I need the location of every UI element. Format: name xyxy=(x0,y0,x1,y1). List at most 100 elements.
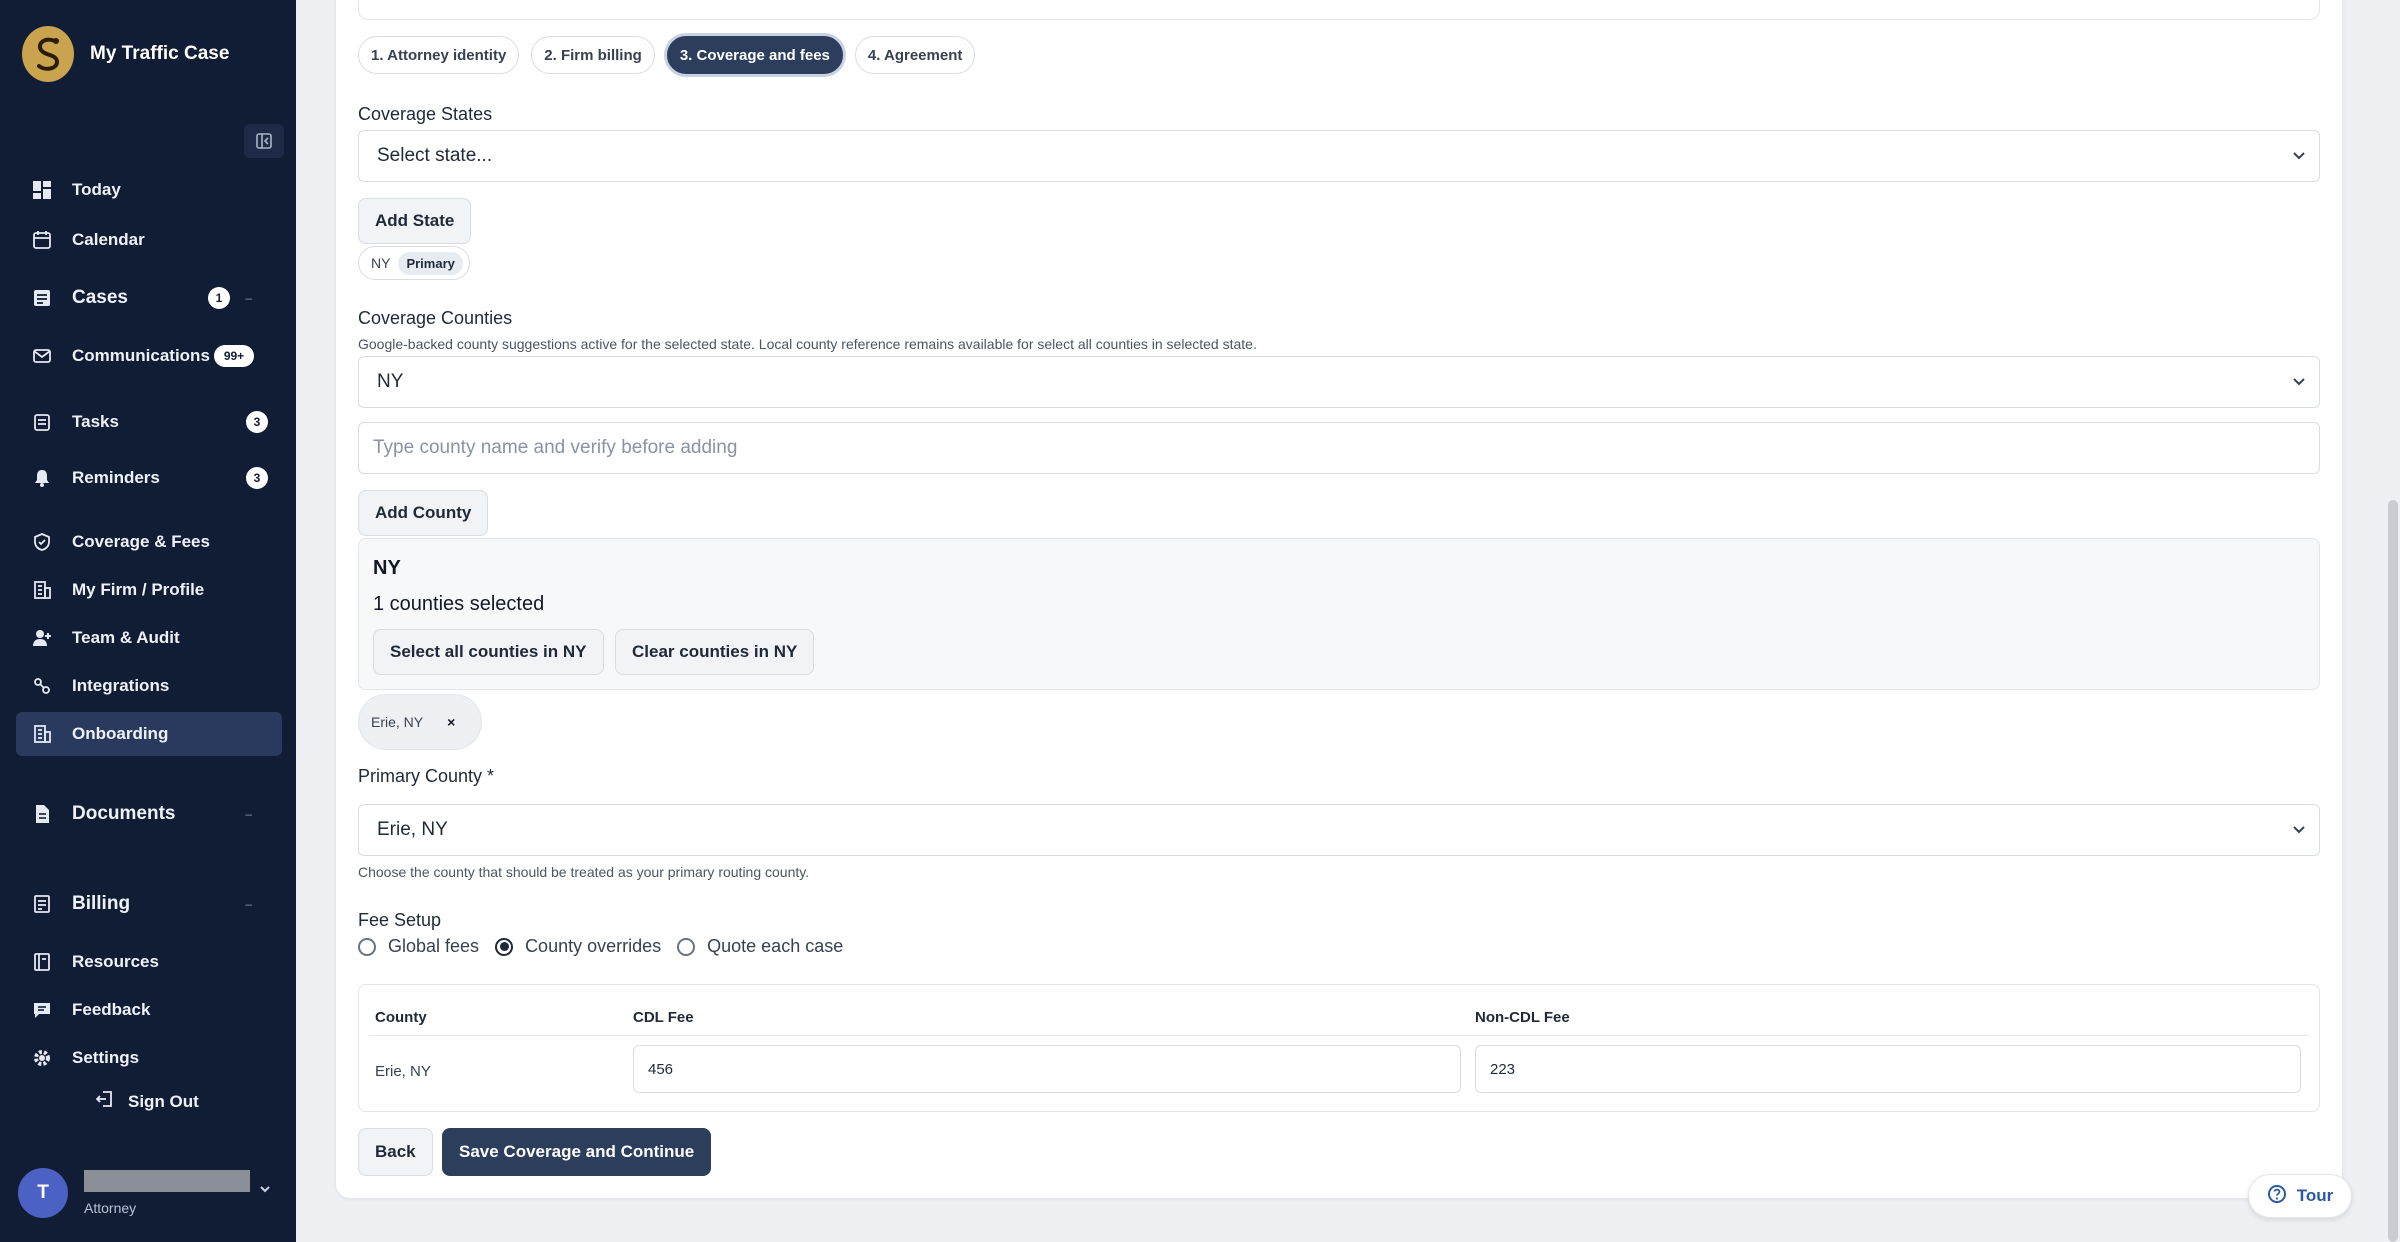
page-scrollbar[interactable] xyxy=(2388,500,2398,1242)
counties-selected-count: 1 counties selected xyxy=(373,593,545,615)
sidebar-item-documents[interactable]: Documents – xyxy=(16,792,282,836)
previous-section-edge xyxy=(358,0,2320,20)
sidebar-item-label: Onboarding xyxy=(72,724,169,743)
document-list-icon xyxy=(30,286,54,310)
state-chip: NY Primary xyxy=(358,246,470,280)
clear-counties-button[interactable]: Clear counties in NY xyxy=(615,629,815,675)
collapse-sidebar-button[interactable] xyxy=(244,124,284,158)
brand[interactable]: My Traffic Case xyxy=(22,26,229,82)
sidebar-item-today[interactable]: Today xyxy=(16,168,282,212)
sidebar-item-calendar[interactable]: Calendar xyxy=(16,218,282,262)
radio-circle[interactable] xyxy=(677,937,696,956)
state-select[interactable]: Select state... xyxy=(358,130,2320,182)
non-cdl-fee-input[interactable] xyxy=(1475,1045,2301,1093)
radio-quote-each-case[interactable]: Quote each case xyxy=(677,936,843,957)
sidebar-item-label: Calendar xyxy=(72,230,145,249)
expand-caret-icon[interactable]: – xyxy=(245,897,252,911)
sidebar-item-label: Communications xyxy=(72,346,210,365)
user-profile[interactable]: T Attorney xyxy=(18,1168,250,1218)
coverage-counties-help: Google-backed county suggestions active … xyxy=(358,336,1257,352)
chevron-down-icon xyxy=(2291,147,2307,169)
sidebar-item-communications[interactable]: Communications 99+ xyxy=(16,334,282,378)
sidebar-item-reminders[interactable]: Reminders 3 xyxy=(16,456,282,500)
table-divider xyxy=(369,1035,2309,1036)
add-county-button[interactable]: Add County xyxy=(358,490,489,536)
sidebar-item-label: Coverage & Fees xyxy=(72,532,210,551)
tour-button[interactable]: Tour xyxy=(2248,1174,2352,1218)
brand-logo-icon xyxy=(22,26,74,82)
sidebar-item-label: Settings xyxy=(72,1048,140,1067)
county-search-input[interactable] xyxy=(358,422,2320,474)
radio-label: County overrides xyxy=(525,936,662,956)
remove-county-button[interactable]: × xyxy=(447,714,455,730)
sidebar-item-label: Tasks xyxy=(72,412,119,431)
sidebar-item-integrations[interactable]: Integrations xyxy=(16,664,282,708)
step-attorney-identity[interactable]: 1. Attorney identity xyxy=(358,36,520,74)
sidebar-item-cases[interactable]: Cases 1 – xyxy=(16,276,282,320)
back-button[interactable]: Back xyxy=(358,1128,433,1176)
sidebar-item-resources[interactable]: Resources xyxy=(16,940,282,984)
step-coverage-fees[interactable]: 3. Coverage and fees xyxy=(666,36,843,74)
chevron-down-icon[interactable] xyxy=(258,1182,272,1201)
radio-label: Quote each case xyxy=(707,936,844,956)
expand-caret-icon[interactable]: – xyxy=(245,291,252,305)
bell-icon xyxy=(30,466,54,490)
primary-county-help: Choose the county that should be treated… xyxy=(358,864,810,880)
calendar-icon xyxy=(30,228,54,252)
user-role: Attorney xyxy=(84,1200,137,1216)
radio-global-fees[interactable]: Global fees xyxy=(358,936,479,957)
sidebar-item-firm-profile[interactable]: My Firm / Profile xyxy=(16,568,282,612)
county-state-select-value: NY xyxy=(377,371,404,392)
county-chip-label: Erie, NY xyxy=(371,714,424,730)
sidebar-item-label: Billing xyxy=(72,893,131,914)
redacted-user-name xyxy=(84,1170,250,1192)
sidebar-item-billing[interactable]: Billing – xyxy=(16,882,282,926)
app-name: My Traffic Case xyxy=(90,43,230,64)
user-plus-icon xyxy=(30,626,54,650)
sidebar-item-coverage-fees[interactable]: Coverage & Fees xyxy=(16,520,282,564)
table-row-county: Erie, NY xyxy=(375,1063,431,1080)
sidebar-item-label: Documents xyxy=(72,803,176,824)
header-non-cdl-fee: Non-CDL Fee xyxy=(1475,1009,1570,1026)
sidebar-item-label: Feedback xyxy=(72,1000,151,1019)
sidebar-item-label: Resources xyxy=(72,952,159,971)
sidebar-item-team-audit[interactable]: Team & Audit xyxy=(16,616,282,660)
step-agreement[interactable]: 4. Agreement xyxy=(854,36,976,74)
state-chip-code: NY xyxy=(371,255,391,271)
step-firm-billing[interactable]: 2. Firm billing xyxy=(531,36,655,74)
sidebar: My Traffic Case Today Calendar Cases 1 –… xyxy=(0,0,296,1242)
primary-county-select[interactable]: Erie, NY xyxy=(358,804,2320,856)
add-state-button[interactable]: Add State xyxy=(358,198,472,244)
clipboard-icon xyxy=(30,410,54,434)
sidebar-item-feedback[interactable]: Feedback xyxy=(16,988,282,1032)
sign-out-label: Sign Out xyxy=(128,1091,199,1111)
sidebar-item-label: Team & Audit xyxy=(72,628,180,647)
avatar: T xyxy=(18,1168,68,1218)
sidebar-item-tasks[interactable]: Tasks 3 xyxy=(16,400,282,444)
tasks-count-badge: 3 xyxy=(246,411,268,433)
county-state-select[interactable]: NY xyxy=(358,356,2320,408)
header-cdl-fee: CDL Fee xyxy=(633,1009,694,1026)
radio-circle[interactable] xyxy=(358,937,376,956)
radio-circle-selected[interactable] xyxy=(495,937,514,956)
mail-icon xyxy=(30,344,54,368)
cdl-fee-input[interactable] xyxy=(633,1045,1461,1093)
save-coverage-button[interactable]: Save Coverage and Continue xyxy=(442,1128,712,1176)
sidebar-item-label: My Firm / Profile xyxy=(72,580,205,599)
sign-out-button[interactable]: Sign Out xyxy=(95,1090,199,1113)
selected-counties-panel: NY 1 counties selected Select all counti… xyxy=(358,538,2320,690)
cases-count-badge: 1 xyxy=(208,287,230,309)
dashboard-icon xyxy=(30,178,54,202)
radio-county-overrides[interactable]: County overrides xyxy=(495,936,661,957)
sidebar-item-settings[interactable]: Settings xyxy=(16,1036,282,1080)
primary-county-label: Primary County * xyxy=(358,766,495,786)
fee-setup-radio-group: Global fees County overrides Quote each … xyxy=(358,936,843,957)
building-icon xyxy=(30,722,54,746)
expand-caret-icon[interactable]: – xyxy=(245,807,252,821)
gear-icon xyxy=(30,1046,54,1070)
sidebar-item-onboarding[interactable]: Onboarding xyxy=(16,712,282,756)
select-all-counties-button[interactable]: Select all counties in NY xyxy=(373,629,604,675)
chevron-down-icon xyxy=(2291,821,2307,843)
link-icon xyxy=(30,674,54,698)
communications-count-badge: 99+ xyxy=(214,345,254,367)
